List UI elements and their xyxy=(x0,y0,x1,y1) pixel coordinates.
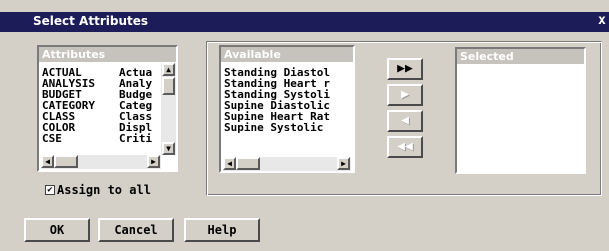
scroll-right-arrow-icon[interactable]: ▶ xyxy=(147,155,160,168)
cancel-button[interactable]: Cancel xyxy=(98,218,174,242)
dialog-title: Select Attributes xyxy=(33,14,149,28)
attributes-vertical-scrollbar[interactable]: ▲ ▼ xyxy=(161,63,176,155)
available-horizontal-scrollbar[interactable]: ◀ ▶ xyxy=(223,157,351,171)
assign-to-all-label: Assign to all xyxy=(57,183,151,197)
remove-button[interactable]: ◀ xyxy=(387,110,423,132)
attributes-header: Attributes xyxy=(39,47,176,62)
vertical-scroll-thumb[interactable] xyxy=(162,77,175,95)
available-list-item[interactable]: Supine Systolic xyxy=(224,122,323,133)
scroll-up-arrow-icon[interactable]: ▲ xyxy=(162,63,175,76)
scroll-left-arrow-icon[interactable]: ◀ xyxy=(223,157,236,170)
attribute-name[interactable]: CSE xyxy=(42,133,62,144)
horizontal-scroll-thumb[interactable] xyxy=(236,157,260,170)
scroll-down-arrow-icon[interactable]: ▼ xyxy=(162,142,175,155)
remove-all-button[interactable]: ◀◀ xyxy=(387,136,423,158)
horizontal-scroll-thumb[interactable] xyxy=(54,155,78,168)
scroll-right-arrow-icon[interactable]: ▶ xyxy=(337,157,350,170)
selected-header: Selected xyxy=(457,49,584,64)
available-listbox[interactable]: Available Standing Diastol Standing Heart… xyxy=(219,45,355,173)
assign-to-all-checkbox[interactable]: ✔ xyxy=(45,185,55,195)
select-attributes-dialog: Select Attributes x Attributes ACTUAL Act… xyxy=(0,0,609,251)
attributes-listbox[interactable]: Attributes ACTUAL Actua ANALYSIS Analy BUDGE… xyxy=(37,45,178,172)
attributes-horizontal-scrollbar[interactable]: ◀ ▶ xyxy=(41,155,161,169)
close-icon[interactable]: x xyxy=(598,13,606,28)
selected-listbox[interactable]: Selected xyxy=(455,47,586,174)
help-button[interactable]: Help xyxy=(184,218,260,242)
available-header: Available xyxy=(221,47,353,62)
add-button[interactable]: ▶ xyxy=(387,84,423,106)
ok-button[interactable]: OK xyxy=(24,218,90,242)
add-all-button[interactable]: ▶▶ xyxy=(387,58,423,80)
title-bar[interactable]: Select Attributes x xyxy=(0,12,609,32)
attribute-description[interactable]: Criti xyxy=(119,133,152,144)
scroll-left-arrow-icon[interactable]: ◀ xyxy=(41,155,54,168)
